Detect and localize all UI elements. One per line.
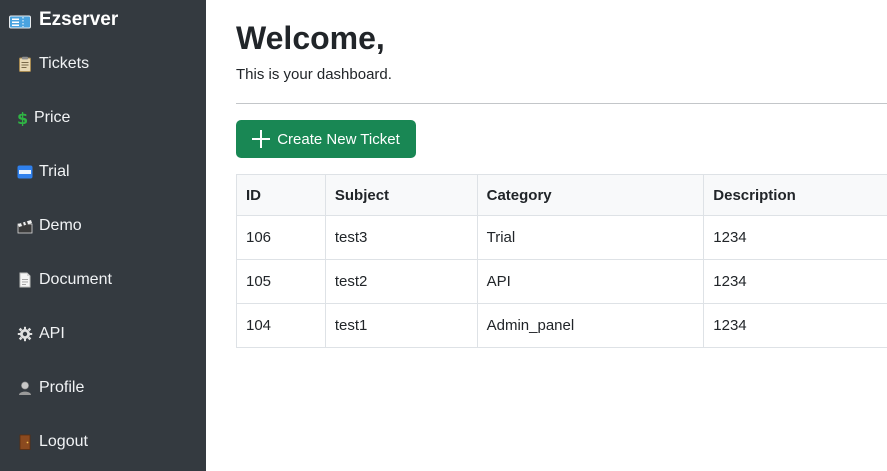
user-icon bbox=[17, 380, 33, 396]
main-content: Welcome, This is your dashboard. Create … bbox=[206, 0, 887, 471]
clapper-icon bbox=[17, 218, 33, 234]
svg-text:$: $ bbox=[17, 110, 28, 126]
sidebar-item-logout[interactable]: Logout bbox=[17, 430, 88, 454]
brand-name: Ezserver bbox=[39, 9, 119, 30]
cell-category: API bbox=[476, 259, 705, 304]
cell-id: 104 bbox=[236, 303, 326, 348]
cell-id: 106 bbox=[236, 215, 326, 260]
sidebar-item-profile[interactable]: Profile bbox=[17, 376, 84, 400]
sidebar-item-label: Document bbox=[39, 271, 112, 288]
sidebar-item-label: API bbox=[39, 325, 65, 342]
cell-description: 1234 bbox=[703, 259, 887, 304]
sidebar: Ezserver Tickets $ Price Trial Demo Docu… bbox=[0, 0, 206, 471]
clipboard-icon bbox=[17, 56, 33, 72]
brand-link[interactable]: Ezserver bbox=[9, 8, 118, 32]
create-ticket-label: Create New Ticket bbox=[277, 130, 400, 148]
cell-subject: test1 bbox=[324, 303, 478, 348]
divider bbox=[236, 103, 887, 104]
document-icon bbox=[17, 272, 33, 288]
door-icon bbox=[17, 434, 33, 450]
table-header-row: ID Subject Category Description bbox=[236, 174, 887, 216]
table-row[interactable]: 104 test1 Admin_panel 1234 bbox=[236, 303, 887, 348]
tickets-table: ID Subject Category Description 106 test… bbox=[236, 174, 887, 348]
plus-icon bbox=[252, 130, 271, 148]
sidebar-item-label: Tickets bbox=[39, 55, 90, 72]
column-header-description: Description bbox=[703, 174, 887, 216]
create-ticket-button[interactable]: Create New Ticket bbox=[236, 120, 416, 158]
sidebar-item-demo[interactable]: Demo bbox=[17, 214, 82, 238]
dollar-icon: $ bbox=[17, 109, 28, 128]
table-row[interactable]: 105 test2 API 1234 bbox=[236, 259, 887, 304]
sidebar-item-label: Price bbox=[34, 109, 71, 126]
sidebar-item-api[interactable]: API bbox=[17, 322, 65, 346]
cell-subject: test3 bbox=[324, 215, 478, 260]
page-title: Welcome, bbox=[236, 20, 385, 56]
sidebar-item-trial[interactable]: Trial bbox=[17, 160, 70, 184]
ticket-icon bbox=[9, 13, 31, 29]
cell-description: 1234 bbox=[703, 215, 887, 260]
cell-description: 1234 bbox=[703, 303, 887, 348]
column-header-id: ID bbox=[236, 174, 326, 216]
sidebar-item-label: Logout bbox=[39, 433, 88, 450]
sidebar-item-label: Demo bbox=[39, 217, 82, 234]
sidebar-item-label: Profile bbox=[39, 379, 85, 396]
free-icon bbox=[17, 164, 33, 180]
column-header-subject: Subject bbox=[324, 174, 478, 216]
table-row[interactable]: 106 test3 Trial 1234 bbox=[236, 215, 887, 260]
cell-id: 105 bbox=[236, 259, 326, 304]
cell-category: Admin_panel bbox=[476, 303, 705, 348]
cell-subject: test2 bbox=[324, 259, 478, 304]
sidebar-item-document[interactable]: Document bbox=[17, 268, 112, 292]
page-subtitle: This is your dashboard. bbox=[236, 66, 392, 83]
sidebar-item-tickets[interactable]: Tickets bbox=[17, 52, 89, 76]
sidebar-item-price[interactable]: $ Price bbox=[17, 106, 71, 130]
column-header-category: Category bbox=[476, 174, 705, 216]
gear-icon bbox=[17, 326, 33, 342]
sidebar-item-label: Trial bbox=[39, 163, 70, 180]
cell-category: Trial bbox=[476, 215, 705, 260]
